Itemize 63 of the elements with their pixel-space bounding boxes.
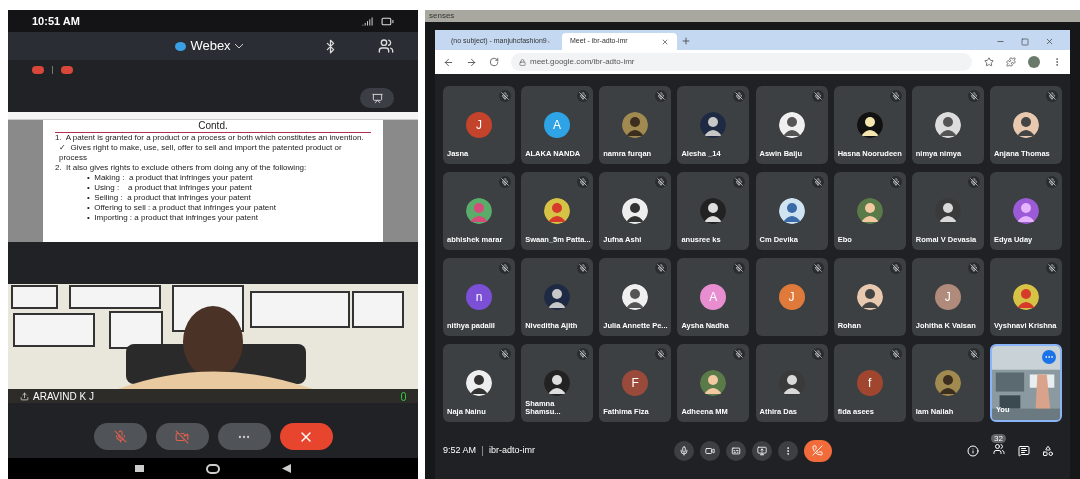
leave-call-button[interactable]: [803, 439, 832, 462]
slide-text: • Selling : a product that infringes your patent: [86, 193, 252, 203]
home-icon[interactable]: [206, 463, 220, 474]
forward-icon[interactable]: [466, 56, 477, 68]
avatar-initial: J: [466, 112, 492, 138]
lock-icon: [519, 58, 526, 66]
slide-text: • Importing : a product that infringes your patent: [86, 213, 259, 223]
signal-icon: [362, 15, 373, 27]
activities-icon[interactable]: [1042, 444, 1054, 457]
avatar-initial: A: [700, 284, 727, 310]
reload-icon[interactable]: [489, 57, 499, 67]
monitor-brand: senses: [429, 12, 455, 20]
participant-name: ARAVIND K J: [33, 389, 94, 404]
back-icon[interactable]: [282, 464, 291, 473]
slide-text: • Making : a product that infringes your patent: [86, 173, 254, 183]
avatar-initial: A: [544, 112, 571, 138]
slide-text: • Offering to sell : a product that infringes your patent: [86, 203, 277, 213]
profile-avatar[interactable]: [1028, 56, 1040, 68]
captions-icon: [730, 445, 741, 456]
video-off-button[interactable]: [155, 423, 209, 450]
participants-icon[interactable]: [378, 38, 394, 54]
meeting-code: ibr-adto-imr: [489, 443, 536, 457]
participant-count-badge: 32: [991, 434, 1006, 443]
share-icon: [20, 391, 29, 401]
hang-up-icon: [812, 445, 823, 456]
microphone-icon: [678, 445, 689, 456]
new-tab-icon[interactable]: [681, 36, 691, 46]
avatar-initial: F: [622, 370, 649, 396]
slide-text: ✓ Gives right to make, use, sell, offer to sell and import the patented product or process: [58, 143, 343, 163]
camera-button[interactable]: [699, 440, 720, 461]
captions-button[interactable]: [725, 440, 746, 461]
app-name[interactable]: Webex: [190, 36, 231, 56]
slide-title: Contd.: [55, 120, 371, 133]
avatar-initial: f: [856, 370, 883, 396]
avatar-initial: J: [934, 284, 961, 310]
back-icon[interactable]: [443, 56, 454, 68]
people-icon[interactable]: [992, 443, 1005, 455]
more-options-button[interactable]: [777, 440, 798, 461]
avatar-initial: J: [778, 284, 805, 310]
slide-text: 2. It also gives rights to exclude others from doing any of the following:: [55, 163, 308, 173]
chevron-icon: [234, 43, 243, 49]
info-icon[interactable]: [967, 444, 980, 457]
slide-text: • Using : a product that infringes your patent: [86, 183, 253, 193]
layout-icon: [371, 92, 383, 104]
leave-button[interactable]: [279, 423, 333, 450]
mic-off-icon: [113, 430, 127, 443]
status-time: 10:51 AM: [32, 13, 80, 29]
url-field[interactable]: meet.google.com/ibr-adto-imr: [511, 53, 972, 71]
mute-button[interactable]: [93, 423, 147, 450]
chat-icon[interactable]: [1018, 444, 1030, 457]
video-off-icon: [175, 429, 189, 444]
avatar-initial: n: [466, 284, 492, 310]
url-text: meet.google.com/ibr-adto-imr: [530, 56, 635, 68]
bookmark-icon[interactable]: [984, 57, 994, 67]
camera-icon: [704, 445, 715, 456]
microphone-button[interactable]: [673, 440, 694, 461]
layout-button[interactable]: [360, 88, 394, 108]
present-button[interactable]: [751, 440, 772, 461]
close-icon[interactable]: [1045, 37, 1054, 46]
slide-text: 1. A patent is granted for a product or a process or both which constitutes an invention.: [55, 133, 365, 143]
extensions-icon[interactable]: [1006, 57, 1016, 67]
present-icon: [756, 445, 767, 456]
meeting-time: 9:52 AM: [443, 443, 477, 457]
